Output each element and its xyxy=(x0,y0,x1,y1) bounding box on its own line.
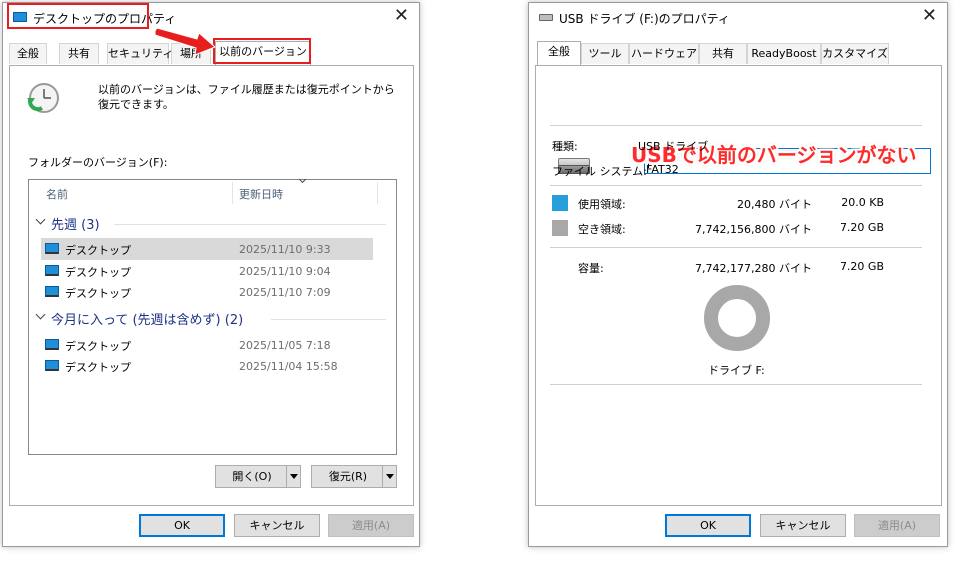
used-space-bytes: 20,480 バイト xyxy=(737,198,812,211)
tab-readyboost[interactable]: ReadyBoost xyxy=(747,43,821,64)
list-item[interactable]: デスクトップ 2025/11/05 7:18 xyxy=(41,334,373,355)
close-icon[interactable]: ✕ xyxy=(394,6,409,26)
column-date[interactable]: 更新日時 xyxy=(239,186,283,202)
item-date: 2025/11/10 9:04 xyxy=(239,265,331,278)
drive-letter-label: ドライブ F: xyxy=(708,364,765,377)
tab-panel: USBで以前のバージョンがない 種類: USB ドライブ ファイル システム: … xyxy=(535,65,942,506)
apply-button[interactable]: 適用(A) xyxy=(854,514,940,537)
divider xyxy=(550,384,922,385)
item-name: デスクトップ xyxy=(65,266,131,279)
chevron-down-icon[interactable] xyxy=(35,309,46,320)
usb-drive-properties-dialog: USB ドライブ (F:)のプロパティ ✕ 全般 ツール ハードウェア 共有 R… xyxy=(528,2,948,547)
used-space-size: 20.0 KB xyxy=(841,196,884,209)
restore-split-button[interactable]: 復元(R) xyxy=(311,465,397,488)
description-text: 以前のバージョンは、ファイル履歴または復元ポイントから復元できます。 xyxy=(98,83,395,111)
item-date: 2025/11/05 7:18 xyxy=(239,339,331,352)
tab-hardware[interactable]: ハードウェア xyxy=(629,43,699,64)
column-name[interactable]: 名前 xyxy=(46,186,68,202)
cancel-button[interactable]: キャンセル xyxy=(760,514,846,537)
capacity-label: 容量: xyxy=(578,262,604,275)
column-separator xyxy=(232,182,233,204)
tab-tools[interactable]: ツール xyxy=(581,43,629,64)
history-clock-icon xyxy=(27,83,59,113)
capacity-bytes: 7,742,177,280 バイト xyxy=(695,262,812,275)
desktop-folder-icon xyxy=(45,243,59,254)
item-date: 2025/11/10 9:33 xyxy=(239,243,331,256)
file-system-label: ファイル システム: xyxy=(552,165,647,178)
usb-drive-icon xyxy=(539,14,553,21)
tab-sharing[interactable]: 共有 xyxy=(699,43,747,64)
ok-button[interactable]: OK xyxy=(665,514,751,537)
dialog-title: USB ドライブ (F:)のプロパティ xyxy=(559,12,730,26)
item-date: 2025/11/10 7:09 xyxy=(239,286,331,299)
open-split-button[interactable]: 開く(O) xyxy=(215,465,301,488)
item-name: デスクトップ xyxy=(65,361,131,374)
list-item[interactable]: デスクトップ 2025/11/10 9:04 xyxy=(41,260,373,281)
close-icon[interactable]: ✕ xyxy=(922,6,937,26)
cancel-button[interactable]: キャンセル xyxy=(234,514,320,537)
disk-usage-donut xyxy=(704,285,770,351)
tab-highlight-box xyxy=(213,38,311,64)
divider xyxy=(550,185,922,186)
group-divider xyxy=(271,319,386,320)
chevron-down-icon[interactable] xyxy=(35,214,46,225)
tab-sharing[interactable]: 共有 xyxy=(59,43,99,64)
list-item-selected[interactable]: デスクトップ 2025/11/10 9:33 xyxy=(41,238,373,260)
desktop-folder-icon xyxy=(45,339,59,350)
column-separator xyxy=(377,182,378,204)
tab-general[interactable]: 全般 xyxy=(537,41,581,65)
item-name: デスクトップ xyxy=(65,340,131,353)
red-arrow-icon xyxy=(154,27,216,55)
free-space-ring xyxy=(704,285,770,351)
divider xyxy=(550,247,922,248)
restore-dropdown-arrow-icon[interactable] xyxy=(382,466,396,487)
desktop-folder-icon xyxy=(45,360,59,371)
group-header-last-week[interactable]: 先週 (3) xyxy=(51,214,100,233)
desktop-folder-icon xyxy=(45,265,59,276)
tab-panel: 以前のバージョンは、ファイル履歴または復元ポイントから復元できます。 フォルダー… xyxy=(9,65,414,506)
ok-button[interactable]: OK xyxy=(139,514,225,537)
free-space-swatch xyxy=(552,220,568,236)
group-header-this-month[interactable]: 今月に入って (先週は含めず) (2) xyxy=(51,309,243,328)
open-dropdown-arrow-icon[interactable] xyxy=(286,466,300,487)
used-space-swatch xyxy=(552,195,568,211)
type-value: USB ドライブ xyxy=(638,140,709,153)
free-space-label: 空き領域: xyxy=(578,223,626,236)
open-button-label[interactable]: 開く(O) xyxy=(216,466,288,487)
group-divider xyxy=(114,224,386,225)
tab-customize[interactable]: カスタマイズ xyxy=(821,43,889,64)
item-name: デスクトップ xyxy=(65,287,131,300)
list-item[interactable]: デスクトップ 2025/11/04 15:58 xyxy=(41,355,373,376)
title-highlight-box xyxy=(7,3,149,29)
list-item[interactable]: デスクトップ 2025/11/10 7:09 xyxy=(41,281,373,302)
used-space-label: 使用領域: xyxy=(578,198,626,211)
tab-general[interactable]: 全般 xyxy=(9,43,47,64)
item-name: デスクトップ xyxy=(65,244,131,257)
free-space-size: 7.20 GB xyxy=(839,221,884,234)
restore-button-label[interactable]: 復元(R) xyxy=(312,466,384,487)
sort-chevron-icon xyxy=(298,175,307,184)
type-label: 種類: xyxy=(552,140,578,153)
file-system-value: FAT32 xyxy=(646,163,679,176)
apply-button[interactable]: 適用(A) xyxy=(328,514,414,537)
versions-list[interactable]: 名前 更新日時 先週 (3) デスクトップ 2025/11/10 9:33 デス… xyxy=(28,175,397,455)
item-date: 2025/11/04 15:58 xyxy=(239,360,338,373)
desktop-properties-dialog: デスクトップのプロパティ ✕ 全般 共有 セキュリティ 場所 以前のバージョン … xyxy=(2,2,420,547)
free-space-bytes: 7,742,156,800 バイト xyxy=(695,223,812,236)
title-bar[interactable]: USB ドライブ (F:)のプロパティ ✕ xyxy=(529,3,947,31)
capacity-size: 7.20 GB xyxy=(839,260,884,273)
divider xyxy=(550,125,922,126)
desktop-folder-icon xyxy=(45,286,59,297)
folder-versions-label: フォルダーのバージョン(F): xyxy=(28,156,168,169)
